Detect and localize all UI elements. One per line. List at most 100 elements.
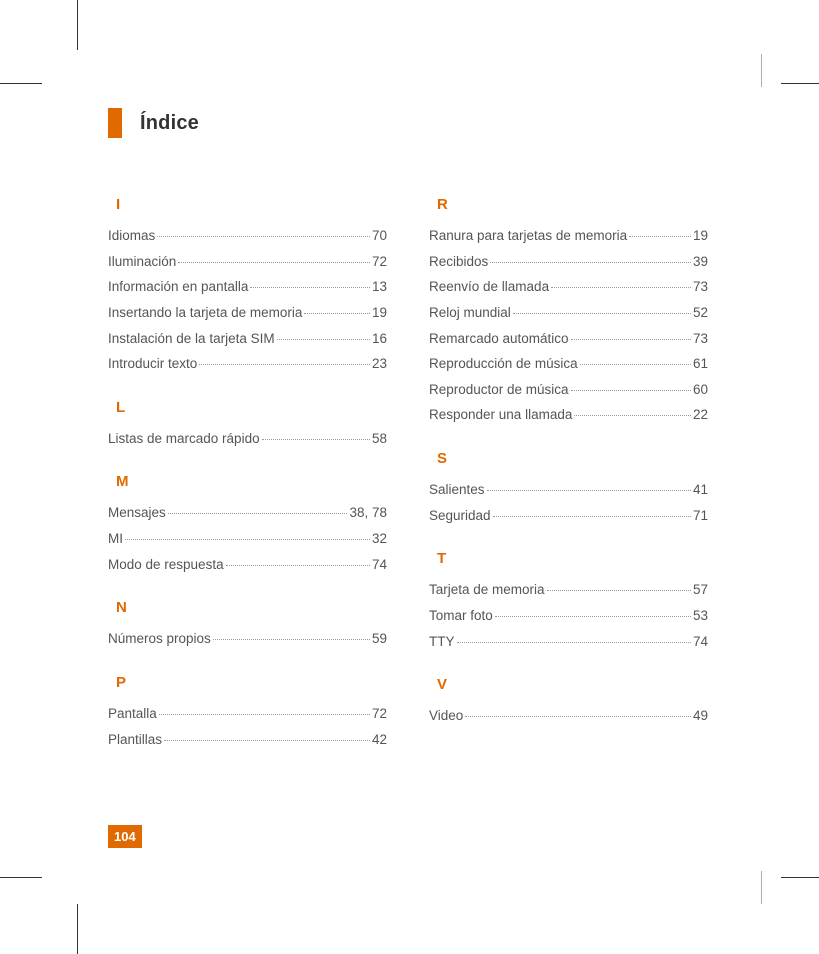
index-page-ref: 32 <box>372 526 387 552</box>
index-section: MMensajes38, 78MI32Modo de respuesta74 <box>108 473 387 577</box>
dot-leader <box>159 714 370 715</box>
index-entry: Responder una llamada 22 <box>429 402 708 428</box>
crop-mark <box>0 877 42 878</box>
index-entry: Instalación de la tarjeta SIM16 <box>108 326 387 352</box>
index-entry: Introducir texto23 <box>108 351 387 377</box>
index-entry: TTY 74 <box>429 629 708 655</box>
index-entry: Video 49 <box>429 703 708 729</box>
index-page-ref: 72 <box>372 249 387 275</box>
index-page-ref: 73 <box>693 274 708 300</box>
index-page-ref: 60 <box>693 377 708 403</box>
index-term: Responder una llamada <box>429 402 572 428</box>
section-letter: T <box>437 550 708 567</box>
index-term: Recibidos <box>429 249 488 275</box>
index-entry: Salientes41 <box>429 477 708 503</box>
page-title: Índice <box>140 112 199 135</box>
index-page-ref: 16 <box>372 326 387 352</box>
index-entry: Plantillas42 <box>108 727 387 753</box>
dot-leader <box>629 236 691 237</box>
index-entry: Reenvío de llamada 73 <box>429 274 708 300</box>
index-entry: MI 32 <box>108 526 387 552</box>
index-page-ref: 59 <box>372 626 387 652</box>
index-page-ref: 53 <box>693 603 708 629</box>
index-term: Pantalla <box>108 701 157 727</box>
index-term: Reproductor de música <box>429 377 569 403</box>
index-term: Información en pantalla <box>108 274 248 300</box>
index-page-ref: 73 <box>693 326 708 352</box>
dot-leader <box>164 740 370 741</box>
index-section: RRanura para tarjetas de memoria19Recibi… <box>429 196 708 428</box>
section-letter: R <box>437 196 708 213</box>
dot-leader <box>125 539 370 540</box>
index-entry: Tarjeta de memoria57 <box>429 577 708 603</box>
index-term: Reproducción de música <box>429 351 578 377</box>
crop-mark <box>761 54 762 87</box>
index-term: Ranura para tarjetas de memoria <box>429 223 627 249</box>
section-letter: P <box>116 674 387 691</box>
index-entry: Seguridad71 <box>429 503 708 529</box>
index-page-ref: 74 <box>693 629 708 655</box>
index-term: Video <box>429 703 463 729</box>
index-term: Salientes <box>429 477 485 503</box>
dot-leader <box>213 639 370 640</box>
index-section: N Números propios 59 <box>108 599 387 652</box>
section-letter: M <box>116 473 387 490</box>
index-entry: Reloj mundial52 <box>429 300 708 326</box>
index-page-ref: 42 <box>372 727 387 753</box>
index-page-ref: 57 <box>693 577 708 603</box>
crop-mark <box>77 904 78 954</box>
index-entry: Información en pantalla13 <box>108 274 387 300</box>
dot-leader <box>226 565 370 566</box>
index-term: Insertando la tarjeta de memoria <box>108 300 302 326</box>
index-page-ref: 52 <box>693 300 708 326</box>
crop-mark <box>761 871 762 904</box>
index-entry: Tomar foto 53 <box>429 603 708 629</box>
dot-leader <box>250 287 370 288</box>
dot-leader <box>580 364 691 365</box>
index-term: Mensajes <box>108 500 166 526</box>
index-page-ref: 19 <box>372 300 387 326</box>
index-term: TTY <box>429 629 455 655</box>
dot-leader <box>513 313 691 314</box>
dot-leader <box>262 439 370 440</box>
index-term: Listas de marcado rápido <box>108 426 260 452</box>
section-letter: N <box>116 599 387 616</box>
index-section: SSalientes41Seguridad71 <box>429 450 708 528</box>
dot-leader <box>465 716 691 717</box>
index-term: Reenvío de llamada <box>429 274 549 300</box>
dot-leader <box>277 339 370 340</box>
index-page-ref: 61 <box>693 351 708 377</box>
index-term: Remarcado automático <box>429 326 569 352</box>
dot-leader <box>574 415 691 416</box>
dot-leader <box>571 339 691 340</box>
index-column: RRanura para tarjetas de memoria19Recibi… <box>429 196 708 752</box>
dot-leader <box>157 236 370 237</box>
page-content: Índice IIdiomas70Iluminación72Informació… <box>108 108 708 752</box>
index-term: Modo de respuesta <box>108 552 224 578</box>
crop-mark <box>0 83 42 84</box>
crop-mark <box>781 83 819 84</box>
index-term: Idiomas <box>108 223 155 249</box>
index-term: MI <box>108 526 123 552</box>
index-page-ref: 49 <box>693 703 708 729</box>
index-term: Iluminación <box>108 249 176 275</box>
index-column: IIdiomas70Iluminación72Información en pa… <box>108 196 387 752</box>
index-term: Tomar foto <box>429 603 493 629</box>
index-entry: Pantalla 72 <box>108 701 387 727</box>
index-term: Números propios <box>108 626 211 652</box>
index-entry: Modo de respuesta 74 <box>108 552 387 578</box>
page-footer: 104 <box>108 825 142 848</box>
dot-leader <box>199 364 370 365</box>
index-term: Introducir texto <box>108 351 197 377</box>
index-page-ref: 74 <box>372 552 387 578</box>
index-page-ref: 39 <box>693 249 708 275</box>
page-number: 104 <box>108 825 142 848</box>
index-entry: Iluminación 72 <box>108 249 387 275</box>
dot-leader <box>304 313 370 314</box>
index-page-ref: 22 <box>693 402 708 428</box>
index-page-ref: 72 <box>372 701 387 727</box>
index-term: Seguridad <box>429 503 491 529</box>
page-header: Índice <box>108 108 708 138</box>
index-entry: Listas de marcado rápido58 <box>108 426 387 452</box>
section-letter: V <box>437 676 708 693</box>
